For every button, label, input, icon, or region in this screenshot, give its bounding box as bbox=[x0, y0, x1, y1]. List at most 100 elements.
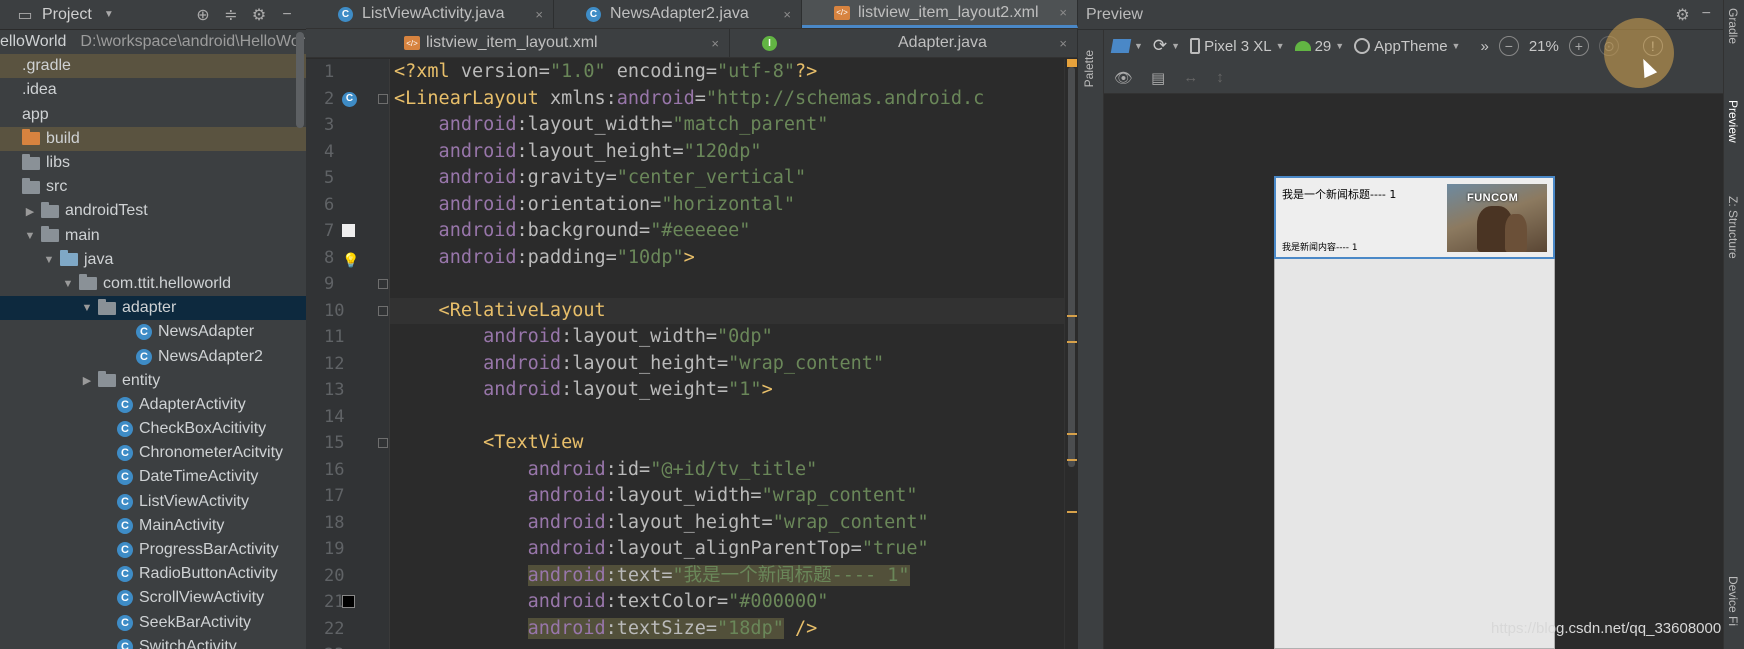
project-view-icon[interactable]: ▭ bbox=[14, 4, 36, 26]
code-line[interactable]: android:layout_height="120dp" bbox=[390, 139, 1064, 166]
code-line[interactable]: android:layout_height="wrap_content" bbox=[390, 351, 1064, 378]
expand-arrow-icon[interactable]: ▼ bbox=[42, 254, 56, 266]
fold-icon[interactable] bbox=[378, 438, 388, 448]
code-line[interactable]: <LinearLayout xmlns:android="http://sche… bbox=[390, 86, 1064, 113]
warning-stripe[interactable] bbox=[1067, 511, 1077, 513]
code-area[interactable]: 12C345678💡91011121314151617181920212223 … bbox=[306, 59, 1078, 649]
editor-tab[interactable]: C ListViewActivity.java × bbox=[306, 0, 554, 28]
api-selector[interactable]: 29 ▼ bbox=[1294, 38, 1344, 55]
gear-icon[interactable]: ⚙ bbox=[1675, 5, 1689, 25]
close-icon[interactable]: × bbox=[691, 36, 719, 51]
blueprint-icon[interactable]: ▤ bbox=[1151, 69, 1165, 87]
tree-item[interactable]: ▶ entity bbox=[0, 369, 306, 393]
tree-item[interactable]: ▼ main bbox=[0, 224, 306, 248]
project-root[interactable]: elloWorld D:\workspace\android\HelloWor bbox=[0, 30, 306, 54]
tree-item[interactable]: C AdapterActivity bbox=[0, 393, 306, 417]
code-line[interactable]: android:layout_weight="1"> bbox=[390, 377, 1064, 404]
fold-icon[interactable] bbox=[378, 305, 388, 316]
code-line[interactable] bbox=[390, 271, 1064, 298]
tree-item[interactable]: src bbox=[0, 175, 306, 199]
structure-tab[interactable]: Z: Structure bbox=[1726, 196, 1740, 259]
code-line[interactable]: android:layout_width="match_parent" bbox=[390, 112, 1064, 139]
editor-tab[interactable]: I Adapter.java × bbox=[730, 29, 1078, 57]
editor-scroll-thumb[interactable] bbox=[1068, 67, 1075, 467]
fold-icon[interactable] bbox=[378, 279, 388, 289]
tree-item[interactable]: .idea bbox=[0, 78, 306, 102]
vertical-resize-icon[interactable]: ↕ bbox=[1216, 69, 1224, 86]
lightbulb-icon[interactable]: 💡 bbox=[342, 248, 359, 269]
code-lines[interactable]: <?xml version="1.0" encoding="utf-8"?> <L… bbox=[390, 59, 1064, 649]
code-line[interactable]: android:orientation="horizontal" bbox=[390, 192, 1064, 219]
gear-icon[interactable]: ⚙ bbox=[248, 4, 270, 26]
device-selector[interactable]: Pixel 3 XL ▼ bbox=[1190, 38, 1285, 55]
collapse-arrow-icon[interactable]: ▶ bbox=[80, 374, 94, 387]
minimize-icon[interactable]: − bbox=[276, 4, 298, 26]
tree-item[interactable]: C ChronometerAcitvity bbox=[0, 441, 306, 465]
code-line[interactable]: android:text="我是一个新闻标题---- 1" bbox=[390, 563, 1064, 590]
code-line[interactable]: android:id="@+id/tv_title" bbox=[390, 457, 1064, 484]
code-line[interactable]: android:layout_width="0dp" bbox=[390, 324, 1064, 351]
code-line[interactable]: <RelativeLayout bbox=[390, 297, 1064, 324]
code-line[interactable]: android:layout_height="wrap_content" bbox=[390, 510, 1064, 537]
tree-item[interactable]: C ListViewActivity bbox=[0, 490, 306, 514]
code-line[interactable]: android:background="#eeeeee" bbox=[390, 218, 1064, 245]
tree-item[interactable]: C CheckBoxAcitivity bbox=[0, 417, 306, 441]
expand-arrow-icon[interactable]: ▼ bbox=[61, 278, 75, 290]
tree-item[interactable]: C ProgressBarActivity bbox=[0, 538, 306, 562]
tree-item[interactable]: C SeekBarActivity bbox=[0, 611, 306, 635]
code-line[interactable]: android:gravity="center_vertical" bbox=[390, 165, 1064, 192]
tree-item[interactable]: C SwitchActivity bbox=[0, 635, 306, 649]
eye-icon[interactable]: 👁 bbox=[1114, 69, 1133, 87]
editor-tab[interactable]: </> listview_item_layout.xml × bbox=[306, 29, 730, 57]
expand-arrow-icon[interactable]: ▼ bbox=[23, 230, 37, 242]
tree-item[interactable]: build bbox=[0, 126, 306, 151]
editor-tab[interactable]: C NewsAdapter2.java × bbox=[554, 0, 802, 28]
fold-icon[interactable] bbox=[378, 93, 388, 104]
palette-strip[interactable]: Palette bbox=[1078, 30, 1104, 649]
tree-item[interactable]: C DateTimeActivity bbox=[0, 465, 306, 489]
warning-stripe[interactable] bbox=[1067, 341, 1077, 343]
code-line[interactable]: android:textColor="#000000" bbox=[390, 589, 1064, 616]
code-line[interactable] bbox=[390, 642, 1064, 649]
more-button[interactable]: » bbox=[1480, 38, 1488, 55]
gradle-tab[interactable]: Gradle bbox=[1726, 8, 1740, 44]
warning-stripe[interactable] bbox=[1067, 459, 1077, 461]
warning-stripe[interactable] bbox=[1067, 433, 1077, 435]
tree-item[interactable]: ▼ com.ttit.helloworld bbox=[0, 272, 306, 296]
orientation-button[interactable]: ⟳ ▼ bbox=[1153, 36, 1180, 56]
theme-selector[interactable]: AppTheme ▼ bbox=[1354, 38, 1460, 55]
color-swatch-icon[interactable] bbox=[342, 224, 355, 237]
editor-scrollbar[interactable] bbox=[1064, 59, 1078, 649]
tree-item[interactable]: C RadioButtonActivity bbox=[0, 562, 306, 586]
code-line[interactable]: android:layout_width="wrap_content" bbox=[390, 483, 1064, 510]
tree-item[interactable]: ▶ androidTest bbox=[0, 199, 306, 223]
tree-item[interactable]: ▼ java bbox=[0, 248, 306, 272]
list-item-preview[interactable]: 我是一个新闻标题---- 1 我是新闻内容---- 1 FUNCOM bbox=[1274, 176, 1555, 259]
project-title[interactable]: Project bbox=[42, 6, 92, 24]
tree-item[interactable]: ▼ adapter bbox=[0, 296, 306, 321]
editor-tab[interactable]: </> listview_item_layout2.xml × bbox=[802, 0, 1078, 28]
horizontal-resize-icon[interactable]: ↔ bbox=[1183, 69, 1198, 86]
tree-item[interactable]: C NewsAdapter2 bbox=[0, 344, 306, 368]
close-icon[interactable]: × bbox=[1039, 5, 1067, 20]
close-icon[interactable]: × bbox=[763, 7, 791, 22]
chevron-down-icon[interactable]: ▼ bbox=[98, 4, 120, 26]
tree-item[interactable]: .gradle bbox=[0, 54, 306, 79]
design-surface-button[interactable]: ▼ bbox=[1110, 39, 1143, 53]
collapse-icon[interactable]: ≑ bbox=[220, 4, 242, 26]
preview-tab[interactable]: Preview bbox=[1726, 100, 1740, 143]
code-line[interactable]: android:layout_alignParentTop="true" bbox=[390, 536, 1064, 563]
minimize-icon[interactable]: − bbox=[1702, 5, 1711, 25]
project-scrollbar[interactable] bbox=[296, 32, 304, 128]
tree-item[interactable]: libs bbox=[0, 151, 306, 175]
color-swatch-icon[interactable] bbox=[342, 595, 355, 608]
tree-item[interactable]: C ScrollViewActivity bbox=[0, 586, 306, 610]
expand-arrow-icon[interactable]: ▼ bbox=[80, 302, 94, 314]
tree-item[interactable]: C NewsAdapter bbox=[0, 320, 306, 344]
zoom-in-icon[interactable]: + bbox=[1568, 36, 1589, 56]
code-line[interactable] bbox=[390, 404, 1064, 431]
close-icon[interactable]: × bbox=[1039, 36, 1067, 51]
code-line[interactable]: android:textSize="18dp" /> bbox=[390, 616, 1064, 643]
warning-stripe[interactable] bbox=[1067, 315, 1077, 317]
class-gutter-icon[interactable]: C bbox=[342, 91, 357, 107]
